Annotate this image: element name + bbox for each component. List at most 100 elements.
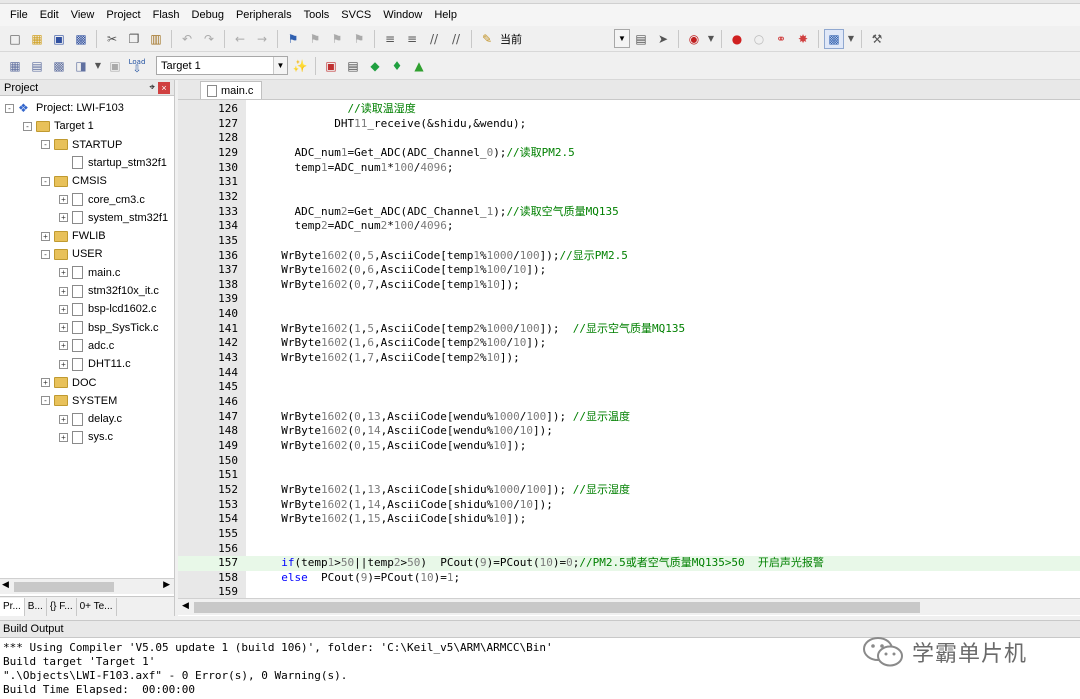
panel-tab[interactable]: 0+ Te... [77,597,117,616]
code-line[interactable]: 154 WrByte1602(1,15,AsciiCode[shidu%10])… [178,512,1080,527]
nav-back-icon[interactable]: ← [230,29,250,49]
code-line[interactable]: 127 DHT11_receive(&shidu,&wendu); [178,117,1080,132]
menu-window[interactable]: Window [377,4,428,26]
find-in-files-icon[interactable]: ✎ [477,29,497,49]
code-line[interactable]: 159 [178,585,1080,598]
undo-icon[interactable]: ↶ [177,29,197,49]
scrollbar-thumb[interactable] [14,582,114,592]
scroll-right-icon[interactable]: ▶ [163,580,170,590]
expand-icon[interactable]: + [59,432,68,442]
tree-item[interactable]: + delay.c [59,410,122,428]
scrollbar-thumb[interactable] [194,602,920,613]
tab-main-c[interactable]: main.c [200,81,263,99]
new-file-icon[interactable]: □ [5,29,25,49]
expand-icon[interactable]: + [59,359,68,369]
collapse-icon[interactable]: - [41,396,50,406]
code-line[interactable]: 152 WrByte1602(1,13,AsciiCode[shidu%1000… [178,483,1080,498]
open-folder-icon[interactable]: ▦ [27,29,47,49]
bookmark-icon[interactable]: ⚑ [283,29,303,49]
expand-icon[interactable]: + [59,286,68,296]
find-combo-label[interactable]: 当前 [498,31,614,47]
next-bookmark-icon[interactable]: ⚑ [327,29,347,49]
tree-item[interactable]: + system_stm32f1 [59,209,168,227]
menu-flash[interactable]: Flash [147,4,186,26]
kill-breakpoints-icon[interactable]: ✸ [793,29,813,49]
comment-icon[interactable]: // [424,29,444,49]
expand-icon[interactable]: + [59,268,68,278]
tree-item[interactable]: + DOC [41,374,96,392]
code-line[interactable]: 136 WrByte1602(0,5,AsciiCode[temp1%1000/… [178,249,1080,264]
menu-file[interactable]: File [4,4,34,26]
tree-item[interactable]: + bsp_SysTick.c [59,319,159,337]
disable-all-breakpoints-icon[interactable]: ⚭ [771,29,791,49]
editor-horizontal-scrollbar[interactable]: ◀ [178,598,1080,615]
breakpoint-icon[interactable]: ● [727,29,747,49]
tree-item[interactable]: + FWLIB [41,227,106,245]
tree-item[interactable]: + DHT11.c [59,355,131,373]
uncomment-icon[interactable]: // [446,29,466,49]
tree-item[interactable]: + stm32f10x_it.c [59,282,159,300]
code-line[interactable]: 135 [178,234,1080,249]
expand-icon[interactable]: + [41,378,50,387]
tree-item[interactable]: + core_cm3.c [59,191,145,209]
copy-icon[interactable]: ❐ [124,29,144,49]
menu-project[interactable]: Project [100,4,146,26]
expand-icon[interactable]: + [59,323,68,333]
code-line[interactable]: 157 if(temp1>50||temp2>50) PCout(9)=PCou… [178,556,1080,571]
code-area[interactable]: 126 //读取温湿度 127 DHT11_receive(&shidu,&wen… [178,100,1080,598]
code-line[interactable]: 131 [178,175,1080,190]
tree-item[interactable]: - USER [41,245,103,263]
batch-build-icon[interactable]: ◨ [71,56,91,76]
pin-icon[interactable]: ⌖ [149,82,155,93]
indent-icon[interactable]: ≡ [380,29,400,49]
code-line[interactable]: 143 WrByte1602(1,7,AsciiCode[temp2%10]); [178,351,1080,366]
code-line[interactable]: 128 [178,131,1080,146]
code-line[interactable]: 140 [178,307,1080,322]
code-line[interactable]: 126 //读取温湿度 [178,102,1080,117]
prev-bookmark-icon[interactable]: ⚑ [305,29,325,49]
code-line[interactable]: 144 [178,366,1080,381]
code-line[interactable]: 145 [178,380,1080,395]
expand-icon[interactable]: + [59,304,68,314]
disable-breakpoint-icon[interactable]: ○ [749,29,769,49]
code-line[interactable]: 134 temp2=ADC_num2*100/4096; [178,219,1080,234]
collapse-icon[interactable]: - [41,140,50,150]
code-line[interactable]: 153 WrByte1602(1,14,AsciiCode[shidu%100/… [178,498,1080,513]
configure-tools-icon[interactable]: ⚒ [867,29,887,49]
menu-help[interactable]: Help [428,4,463,26]
code-line[interactable]: 142 WrByte1602(1,6,AsciiCode[temp2%100/1… [178,336,1080,351]
menu-svcs[interactable]: SVCS [335,4,377,26]
manage-components-icon[interactable]: ▤ [343,56,363,76]
code-line[interactable]: 138 WrByte1602(0,7,AsciiCode[temp1%10]); [178,278,1080,293]
tree-item[interactable]: + sys.c [59,428,113,446]
save-icon[interactable]: ▣ [49,29,69,49]
scroll-left-icon[interactable]: ◀ [2,580,9,590]
redo-icon[interactable]: ↷ [199,29,219,49]
tree-item[interactable]: - Target 1 [23,117,94,135]
code-line[interactable]: 151 [178,468,1080,483]
code-line[interactable]: 132 [178,190,1080,205]
pack-installer-icon[interactable]: ♦ [387,56,407,76]
panel-tab[interactable]: {} F... [47,597,77,616]
menu-peripherals[interactable]: Peripherals [230,4,298,26]
collapse-icon[interactable]: - [41,249,50,259]
target-options-icon[interactable]: ✨ [290,56,310,76]
nav-forward-icon[interactable]: → [252,29,272,49]
collapse-icon[interactable]: - [41,176,50,186]
save-all-icon[interactable]: ▩ [71,29,91,49]
code-line[interactable]: 146 [178,395,1080,410]
collapse-icon[interactable]: - [23,121,32,131]
panel-tab[interactable]: B... [25,597,47,616]
code-line[interactable]: 150 [178,454,1080,469]
translate-icon[interactable]: ▦ [5,56,25,76]
collapse-icon[interactable]: - [5,103,14,113]
window-layout-icon[interactable]: ▩ [824,28,844,49]
menu-view[interactable]: View [65,4,101,26]
code-line[interactable]: 148 WrByte1602(0,14,AsciiCode[wendu%100/… [178,424,1080,439]
tree-item[interactable]: + main.c [59,264,120,282]
chevron-down-icon[interactable]: ▼ [846,29,856,49]
code-line[interactable]: 147 WrByte1602(0,13,AsciiCode[wendu%1000… [178,410,1080,425]
code-line[interactable]: 139 [178,292,1080,307]
code-line[interactable]: 149 WrByte1602(0,15,AsciiCode[wendu%10])… [178,439,1080,454]
tree-item[interactable]: - ❖ Project: LWI-F103 [5,99,124,117]
